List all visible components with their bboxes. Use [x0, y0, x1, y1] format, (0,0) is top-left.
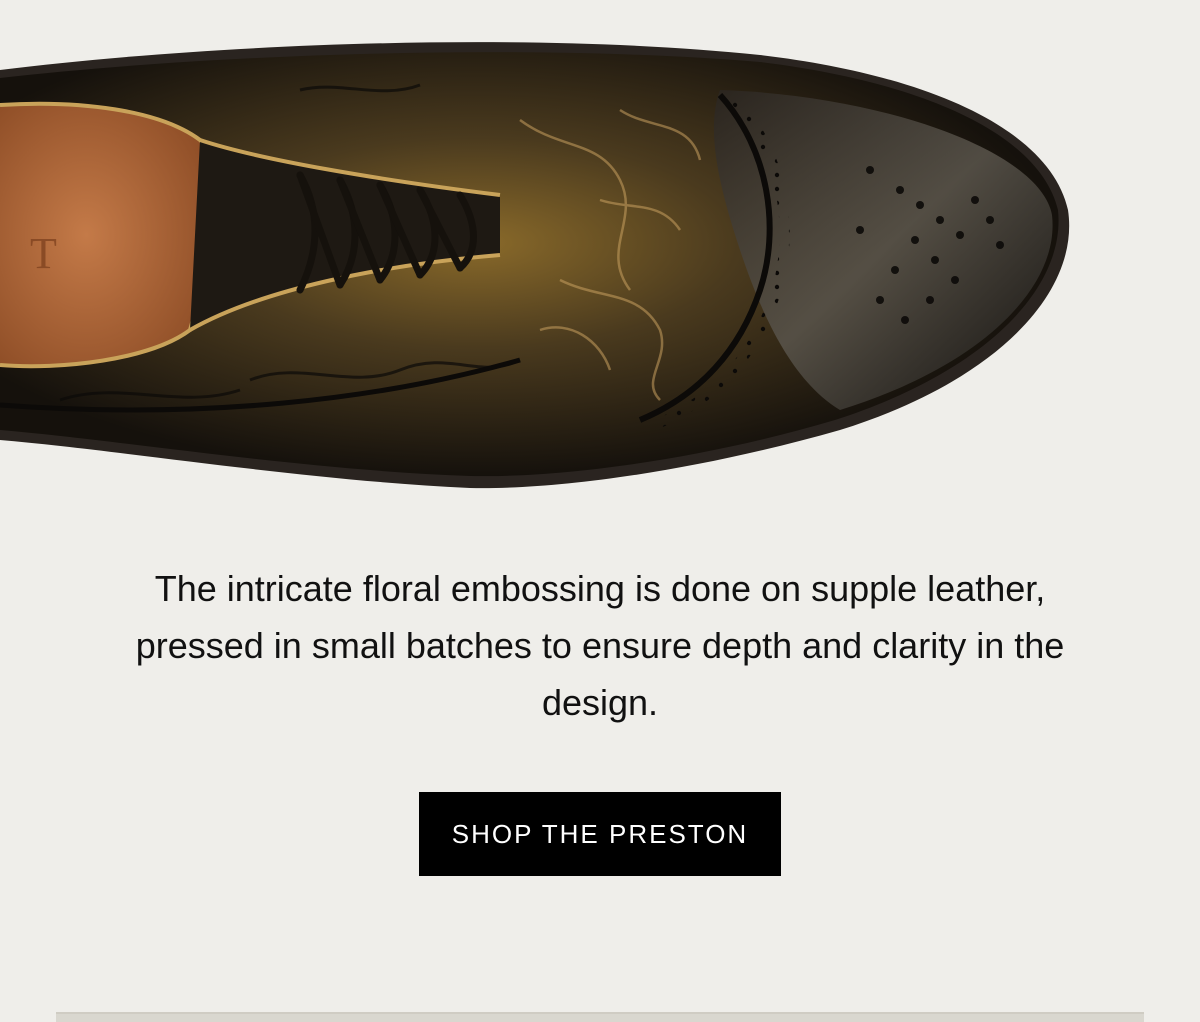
next-section-edge: [56, 1012, 1144, 1022]
shoe-illustration: T: [0, 42, 1070, 489]
hero-shoe-image: T: [0, 0, 1200, 520]
insole-logo-mark: T: [30, 229, 57, 278]
product-description: The intricate floral embossing is done o…: [135, 568, 1065, 723]
shop-the-preston-button[interactable]: SHOP THE PRESTON: [419, 792, 781, 876]
